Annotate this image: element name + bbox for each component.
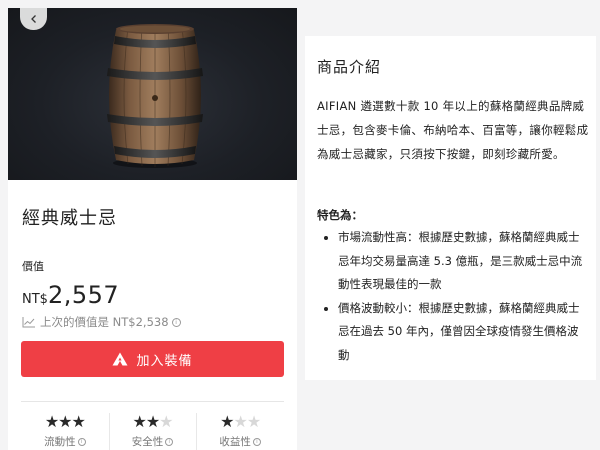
product-hero-image bbox=[8, 8, 297, 180]
feature-item: 市場流動性高：根據歷史數據，蘇格蘭經典威士忌年均交易量高達 5.3 億瓶，是三款… bbox=[317, 226, 589, 297]
add-to-equipment-label: 加入裝備 bbox=[136, 353, 193, 369]
star-icon: ★ bbox=[132, 412, 146, 431]
info-icon[interactable]: i bbox=[77, 437, 86, 446]
price-currency: NT$ bbox=[22, 292, 48, 307]
star-icon: ★ bbox=[159, 412, 173, 431]
rating-label[interactable]: 收益性 i bbox=[196, 434, 284, 449]
divider bbox=[21, 401, 284, 402]
ratings: ★★★ 流動性 i ★★★ 安全性 i ★★★ 收益性 i bbox=[21, 413, 284, 450]
rating-label[interactable]: 流動性 i bbox=[21, 434, 109, 449]
feature-item: 價格波動較小：根據歷史數據，蘇格蘭經典威士忌在過去 50 年內，僅曾因全球疫情發… bbox=[317, 297, 589, 368]
rating-label-text: 收益性 bbox=[219, 436, 251, 448]
features-title: 特色為： bbox=[317, 208, 363, 222]
star-rating: ★★★ bbox=[109, 413, 197, 431]
barrel-image bbox=[107, 24, 203, 168]
info-icon[interactable]: i bbox=[252, 437, 261, 446]
back-button[interactable] bbox=[20, 8, 47, 30]
info-icon[interactable]: i bbox=[165, 437, 174, 446]
rating-label[interactable]: 安全性 i bbox=[109, 434, 197, 449]
star-icon: ★ bbox=[44, 412, 59, 431]
star-icon: ★ bbox=[246, 412, 261, 431]
previous-price[interactable]: 上次的價值是 NT$2,538 i bbox=[22, 314, 181, 330]
rating-yield: ★★★ 收益性 i bbox=[196, 413, 284, 450]
price: NT$ 2,557 bbox=[22, 281, 119, 309]
star-rating: ★★★ bbox=[196, 413, 284, 431]
star-icon: ★ bbox=[220, 412, 234, 431]
product-description-panel: 商品介紹 AIFIAN 遴選數十款 10 年以上的蘇格蘭經典品牌威士忌，包含麥卡… bbox=[305, 36, 596, 380]
product-panel: 經典威士忌 價值 NT$ 2,557 上次的價值是 NT$2,538 i 加入裝… bbox=[8, 8, 297, 450]
features-list: 市場流動性高：根據歷史數據，蘇格蘭經典威士忌年均交易量高達 5.3 億瓶，是三款… bbox=[317, 226, 589, 367]
star-rating: ★★★ bbox=[21, 413, 109, 431]
rating-label-text: 安全性 bbox=[131, 436, 164, 448]
product-title: 經典威士忌 bbox=[22, 208, 117, 229]
info-icon[interactable]: i bbox=[171, 317, 181, 327]
rating-label-text: 流動性 bbox=[44, 436, 76, 448]
price-value: 2,557 bbox=[47, 281, 120, 309]
rating-safety: ★★★ 安全性 i bbox=[108, 413, 197, 450]
description-title: 商品介紹 bbox=[317, 58, 382, 76]
star-icon: ★ bbox=[233, 412, 248, 431]
line-chart-icon bbox=[22, 317, 35, 328]
price-label: 價值 bbox=[22, 260, 44, 273]
add-to-equipment-button[interactable]: 加入裝備 bbox=[21, 341, 284, 377]
star-icon: ★ bbox=[71, 412, 86, 431]
star-icon: ★ bbox=[58, 412, 72, 431]
description-intro: AIFIAN 遴選數十款 10 年以上的蘇格蘭經典品牌威士忌，包含麥卡倫、布納哈… bbox=[317, 99, 589, 161]
brand-logo-icon bbox=[112, 352, 128, 366]
chevron-left-icon bbox=[30, 15, 36, 23]
rating-liquidity: ★★★ 流動性 i bbox=[21, 413, 109, 450]
previous-price-text: 上次的價值是 NT$2,538 bbox=[40, 315, 169, 329]
star-icon: ★ bbox=[145, 412, 160, 431]
